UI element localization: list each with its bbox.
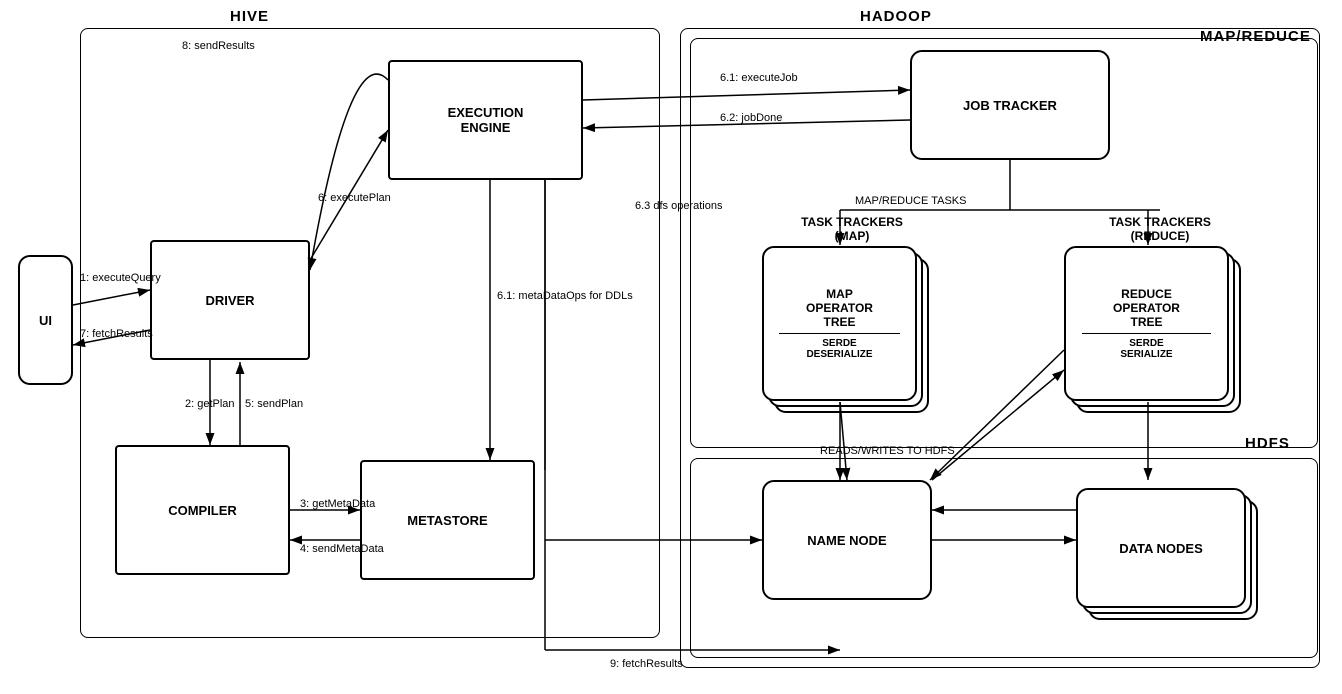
metastore-box: METASTORE bbox=[360, 460, 535, 580]
label-63-dfs: 6.3 dfs operations bbox=[635, 200, 722, 212]
label-62-job-done: 6.2: jobDone bbox=[720, 112, 782, 124]
label-reads-writes: READS/WRITES TO HDFS bbox=[820, 445, 955, 457]
data-nodes-box: DATA NODES bbox=[1076, 488, 1246, 608]
label-5-send-plan: 5: sendPlan bbox=[245, 398, 303, 410]
label-7-fetch-results: 7: fetchResults bbox=[80, 328, 153, 340]
label-3-get-metadata: 3: getMetaData bbox=[300, 498, 375, 510]
label-mapreduce-tasks: MAP/REDUCE TASKS bbox=[855, 195, 966, 207]
map-operator-tree-box: MAPOPERATORTREE SERDEDESERIALIZE bbox=[762, 246, 917, 401]
label-6-execute-plan: 6: executePlan bbox=[318, 192, 391, 204]
label-8-send-results: 8: sendResults bbox=[182, 40, 255, 52]
task-trackers-reduce-label: TASK TRACKERS(REDUCE) bbox=[1060, 215, 1260, 243]
job-tracker-box: JOB TRACKER bbox=[910, 50, 1110, 160]
execution-engine-box: EXECUTION ENGINE bbox=[388, 60, 583, 180]
label-61-metadata-ops: 6.1: metaDataOps for DDLs bbox=[497, 290, 633, 302]
task-trackers-map-label: TASK TRACKERS(MAP) bbox=[762, 215, 942, 243]
hive-label: HIVE bbox=[230, 8, 269, 25]
label-4-send-metadata: 4: sendMetaData bbox=[300, 543, 384, 555]
reduce-operator-tree-box: REDUCEOPERATORTREE SERDESERIALIZE bbox=[1064, 246, 1229, 401]
compiler-box: COMPILER bbox=[115, 445, 290, 575]
driver-box: DRIVER bbox=[150, 240, 310, 360]
ui-box: UI bbox=[18, 255, 73, 385]
diagram: HIVE HADOOP MAP/REDUCE HDFS UI DRIVER CO… bbox=[0, 0, 1342, 694]
label-1-execute-query: 1: executeQuery bbox=[80, 272, 161, 284]
label-61-execute-job: 6.1: executeJob bbox=[720, 72, 798, 84]
label-9-fetch-results: 9: fetchResults bbox=[610, 658, 683, 670]
label-2-get-plan: 2: getPlan bbox=[185, 398, 235, 410]
hadoop-label: HADOOP bbox=[860, 8, 932, 25]
name-node-box: NAME NODE bbox=[762, 480, 932, 600]
